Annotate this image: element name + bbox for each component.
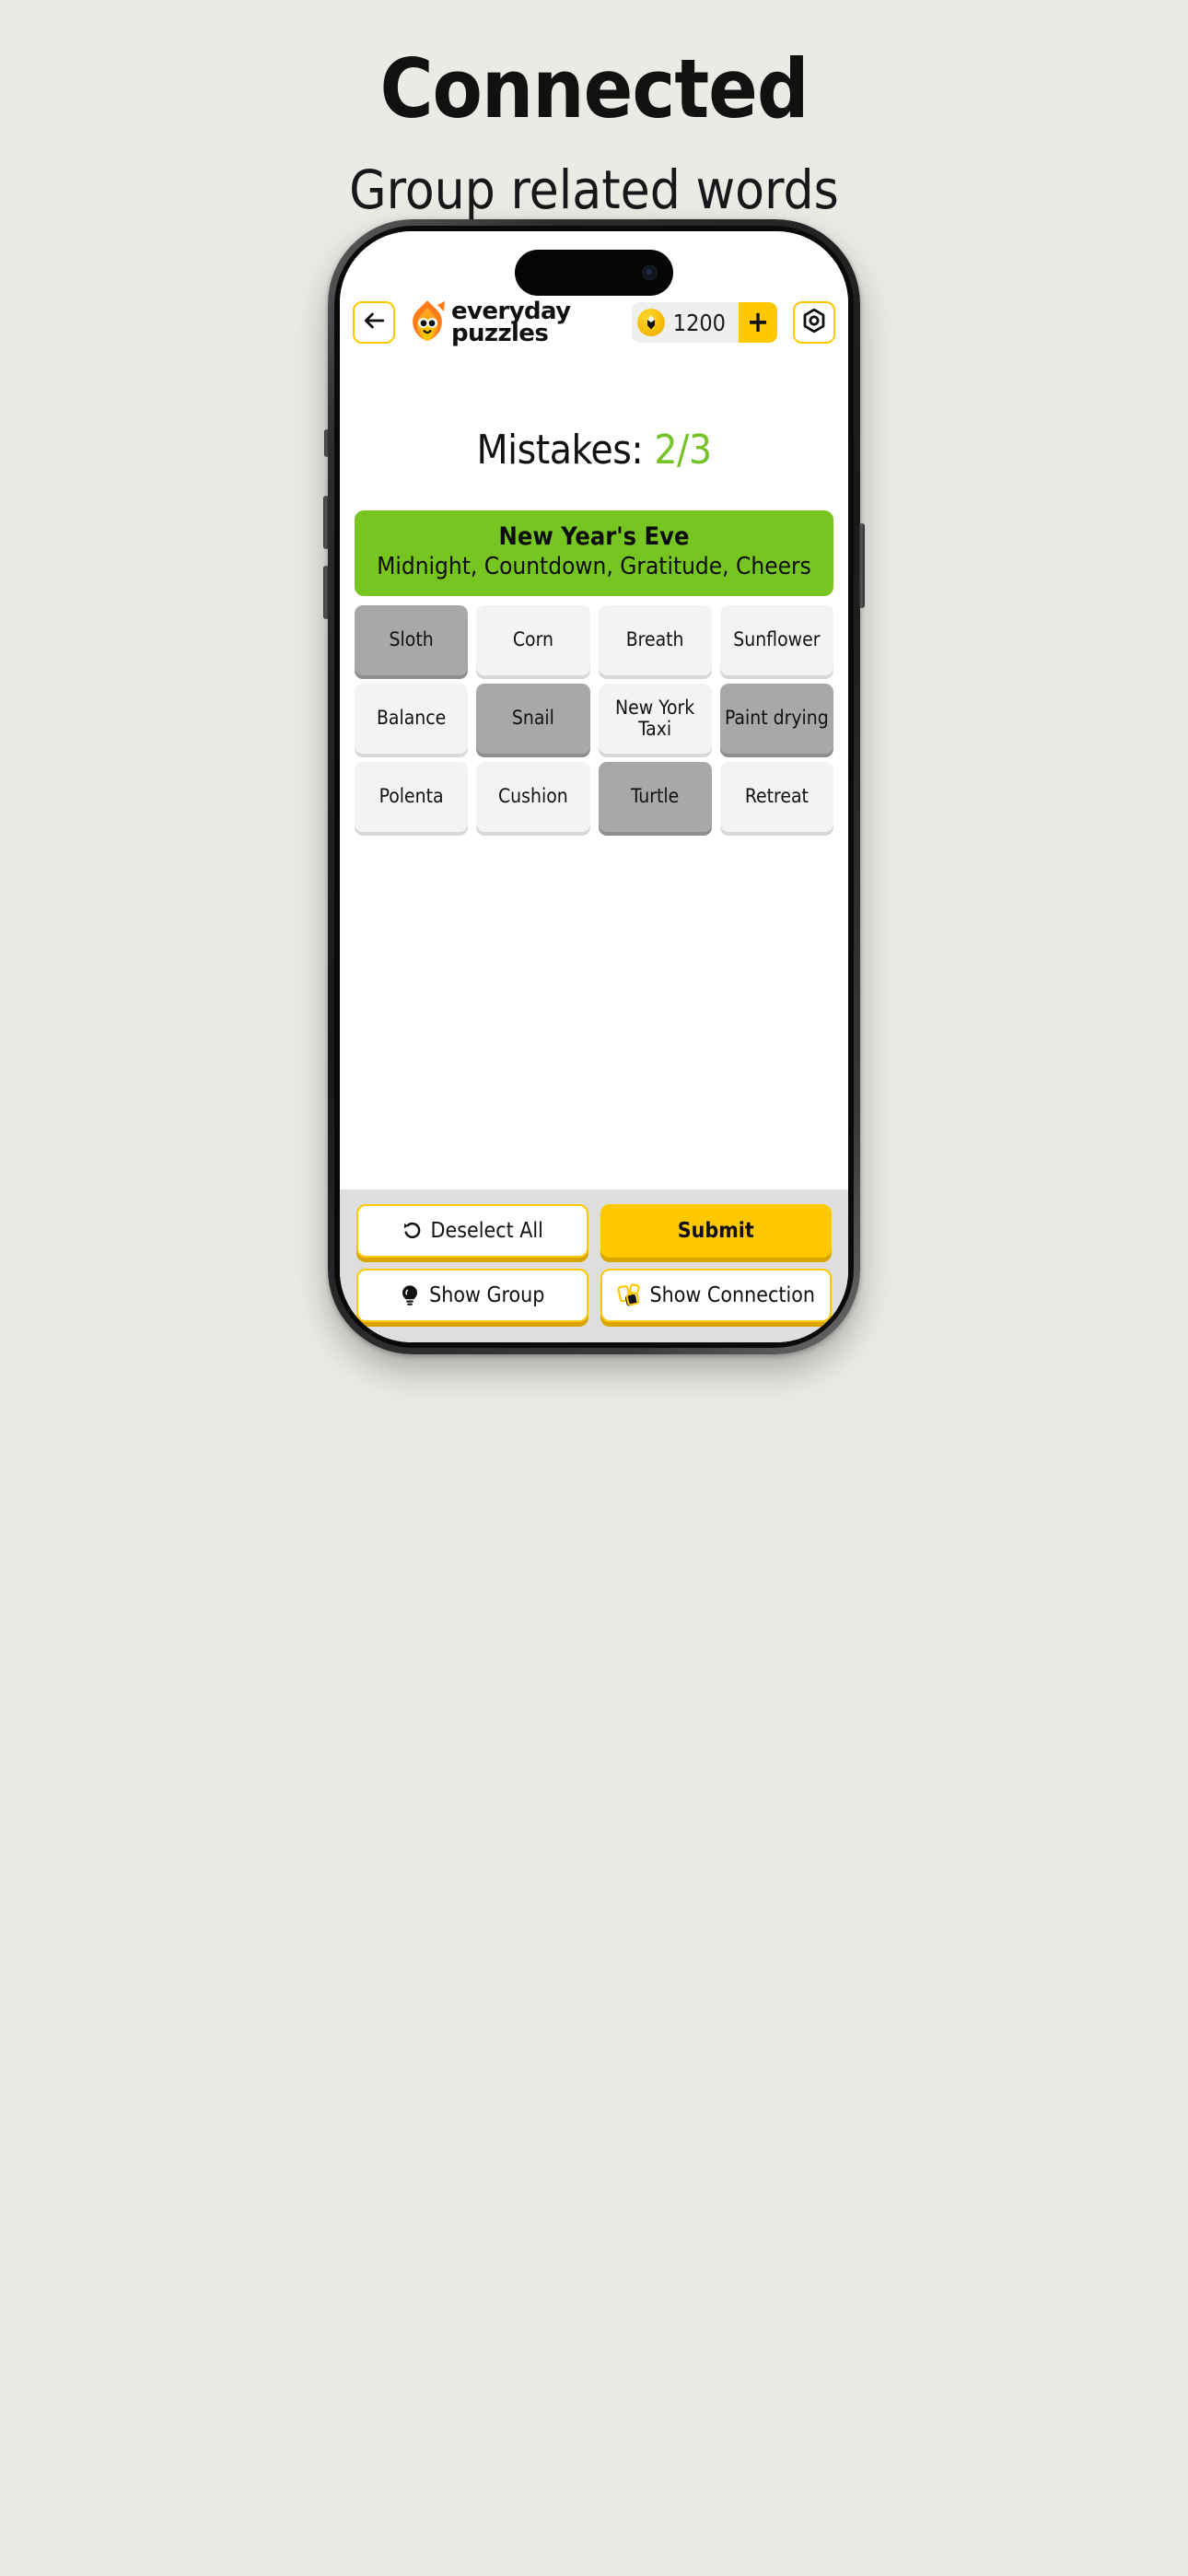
- solved-group-banner: New Year's Eve Midnight, Countdown, Grat…: [355, 510, 833, 597]
- front-camera-icon: [642, 264, 658, 281]
- word-tile[interactable]: Cushion: [476, 762, 590, 833]
- promo-title: Connected: [379, 41, 809, 136]
- undo-arrow-icon: [402, 1221, 422, 1241]
- gear-nut-icon: [801, 308, 827, 337]
- show-connection-label: Show Connection: [649, 1283, 816, 1307]
- deselect-all-button[interactable]: Deselect All: [356, 1204, 588, 1258]
- dynamic-island: [515, 250, 673, 296]
- solved-group-words: Midnight, Countdown, Gratitude, Cheers: [377, 552, 811, 580]
- phone-screen: everyday puzzles 1200 + Mistakes: 2/3 Ne…: [340, 231, 848, 1342]
- deselect-all-label: Deselect All: [430, 1219, 543, 1243]
- coin-amount: 1200: [672, 309, 726, 336]
- show-connection-button[interactable]: Show Connection: [600, 1269, 832, 1322]
- coin-icon: [636, 309, 665, 336]
- phone-silent-switch: [324, 429, 329, 457]
- mistakes-counter: Mistakes: 2/3: [340, 427, 848, 474]
- coin-balance[interactable]: 1200 +: [631, 302, 777, 343]
- show-group-button[interactable]: Show Group: [356, 1269, 588, 1322]
- action-bar: Deselect All Submit Show Group Show Conn…: [340, 1189, 848, 1342]
- settings-button[interactable]: [793, 301, 835, 344]
- flame-mascot-icon: [407, 299, 448, 345]
- logo-line-2: puzzles: [451, 320, 549, 347]
- word-tile[interactable]: Snail: [476, 684, 590, 755]
- add-coins-button[interactable]: +: [739, 302, 777, 343]
- mistakes-label: Mistakes:: [476, 427, 644, 474]
- lightbulb-icon: [400, 1284, 420, 1306]
- arrow-left-icon: [362, 309, 386, 336]
- phone-power-button: [859, 523, 865, 608]
- mistakes-value: 2/3: [654, 427, 712, 474]
- word-tile[interactable]: Paint drying: [719, 684, 833, 755]
- word-tile[interactable]: Corn: [476, 605, 590, 676]
- word-tile[interactable]: Turtle: [598, 762, 712, 833]
- word-tile[interactable]: New York Taxi: [598, 684, 712, 755]
- submit-label: Submit: [677, 1219, 754, 1243]
- app-logo-wordmark: everyday puzzles: [451, 299, 571, 347]
- submit-button[interactable]: Submit: [600, 1204, 832, 1258]
- word-grid: Sloth Corn Breath Sunflower Balance Snail New …: [355, 605, 833, 833]
- word-tile[interactable]: Sunflower: [719, 605, 833, 676]
- solved-group-title: New Year's Eve: [498, 522, 690, 551]
- phone-mockup: everyday puzzles 1200 + Mistakes: 2/3 Ne…: [323, 219, 865, 1354]
- phone-volume-up-button: [323, 496, 329, 549]
- word-tile[interactable]: Retreat: [719, 762, 833, 833]
- word-tile[interactable]: Polenta: [355, 762, 469, 833]
- word-tile[interactable]: Sloth: [355, 605, 469, 676]
- back-button[interactable]: [353, 301, 395, 344]
- promo-header: Connected Group related words: [0, 0, 1188, 220]
- phone-volume-down-button: [323, 566, 329, 619]
- promo-subtitle: Group related words: [349, 158, 839, 221]
- show-group-label: Show Group: [429, 1283, 545, 1307]
- word-tile[interactable]: Balance: [355, 684, 469, 755]
- word-tile[interactable]: Breath: [598, 605, 712, 676]
- cards-icon: [617, 1283, 641, 1307]
- grid-spacer: [340, 832, 848, 1189]
- app-container: everyday puzzles 1200 + Mistakes: 2/3 Ne…: [340, 231, 848, 1342]
- app-logo: everyday puzzles: [407, 299, 571, 345]
